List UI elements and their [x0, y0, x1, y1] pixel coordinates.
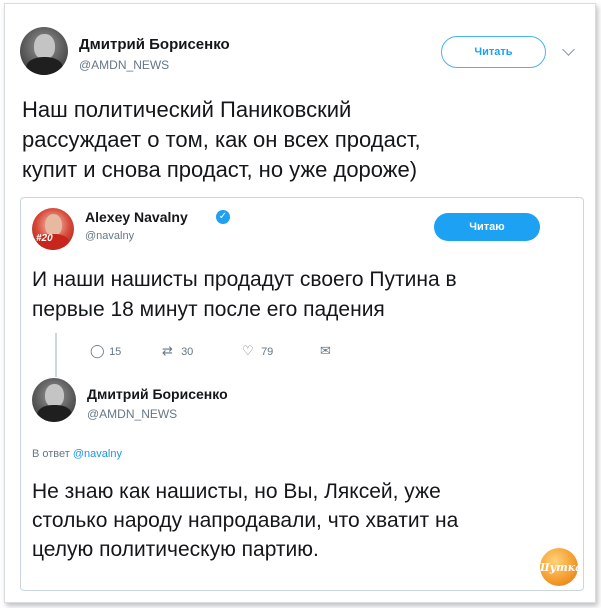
- author-name[interactable]: Дмитрий Борисенко: [79, 36, 230, 53]
- reply-icon: ◯: [90, 343, 105, 358]
- avatar[interactable]: [20, 27, 68, 75]
- tweet-text-line: первые 18 минут после его падения: [32, 298, 385, 321]
- quoted-author-name[interactable]: Alexey Navalny: [85, 209, 188, 225]
- author-handle[interactable]: @AMDN_NEWS: [79, 58, 169, 72]
- message-action[interactable]: ✉: [320, 343, 336, 359]
- retweet-action[interactable]: ⇄ 30: [162, 343, 193, 359]
- retweet-icon: ⇄: [162, 343, 173, 358]
- follow-button[interactable]: Читать: [441, 36, 546, 68]
- envelope-icon: ✉: [320, 343, 331, 358]
- avatar-body: [25, 56, 64, 75]
- tweet-text-line: целую политическую партию.: [32, 538, 319, 561]
- tweet-text-line: столько народу напродавали, что хватит н…: [32, 509, 459, 532]
- quoted-author-handle[interactable]: @navalny: [85, 230, 134, 242]
- avatar-badge: #20: [36, 233, 53, 244]
- watermark-text: Шутка: [535, 560, 583, 574]
- avatar-head: [45, 384, 64, 408]
- reply-to-link[interactable]: @navalny: [73, 448, 122, 460]
- reply-context: В ответ @navalny: [32, 448, 122, 460]
- tweet-text-line: Наш политический Паниковский: [22, 97, 352, 122]
- reply-author-handle[interactable]: @AMDN_NEWS: [87, 407, 177, 421]
- heart-icon: ♡: [242, 343, 254, 358]
- verified-icon: ✓: [216, 210, 230, 224]
- following-button[interactable]: Читаю: [434, 213, 540, 241]
- tweet-text-line: купит и снова продаст, но уже дороже): [22, 157, 418, 182]
- avatar-body: [37, 405, 72, 422]
- reply-prefix: В ответ: [32, 448, 70, 460]
- reply-tweet-text: Не знаю как нашисты, но Вы, Ляксей, уже …: [32, 477, 577, 564]
- thread-line: [55, 333, 57, 377]
- like-action[interactable]: ♡ 79: [242, 343, 273, 359]
- avatar-head: [34, 33, 55, 59]
- tweet-text-line: И наши нашисты продадут своего Путина в: [32, 268, 457, 291]
- quoted-avatar[interactable]: #20: [32, 208, 74, 250]
- like-count: 79: [261, 346, 274, 358]
- reply-author-name[interactable]: Дмитрий Борисенко: [87, 386, 228, 402]
- tweet-text-line: Не знаю как нашисты, но Вы, Ляксей, уже: [32, 480, 441, 503]
- retweet-count: 30: [181, 346, 194, 358]
- reply-avatar[interactable]: [32, 378, 76, 422]
- watermark-logo: Шутка: [536, 548, 582, 586]
- reply-action[interactable]: ◯ 15: [90, 343, 121, 359]
- quoted-tweet-text: И наши нашисты продадут своего Путина в …: [32, 265, 577, 325]
- tweet-text: Наш политический Паниковский рассуждает …: [22, 95, 582, 185]
- tweet-text-line: рассуждает о том, как он всех продаст,: [22, 127, 421, 152]
- reply-count: 15: [109, 346, 122, 358]
